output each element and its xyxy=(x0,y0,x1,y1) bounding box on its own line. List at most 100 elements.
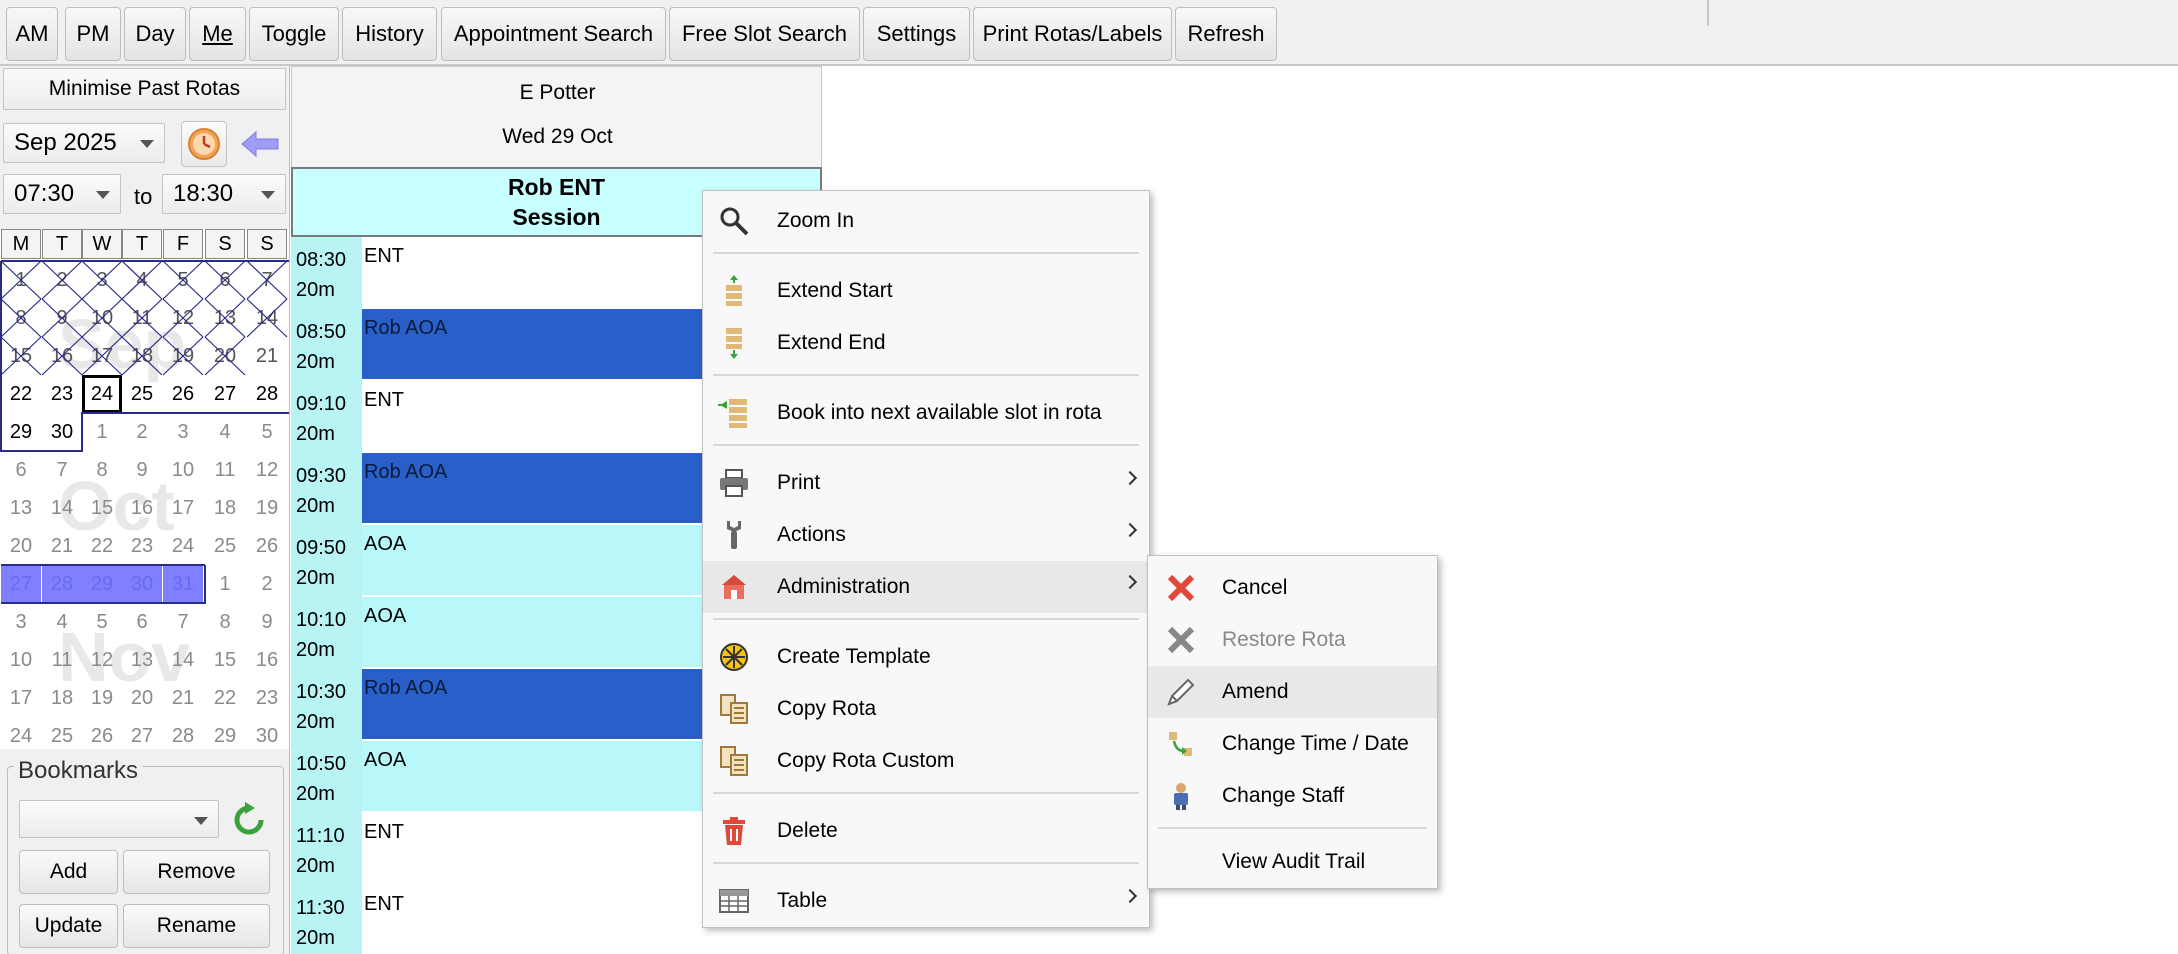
slot-time: 08:30 20m xyxy=(296,245,346,305)
slot-time: 10:30 20m xyxy=(296,677,346,737)
slot-label[interactable]: ENT xyxy=(362,885,711,954)
slot-row[interactable]: 09:10 20m ENT xyxy=(291,381,711,453)
slot-row[interactable]: 10:50 20m AOA xyxy=(291,741,711,813)
menu-item-actions[interactable]: Actions xyxy=(703,509,1149,561)
submenu-item-label: Restore Rota xyxy=(1222,628,1346,651)
menu-item-label: Zoom In xyxy=(777,209,855,232)
clock-button[interactable] xyxy=(181,121,227,167)
submenu-item-amend[interactable]: Amend xyxy=(1148,666,1437,718)
slot-duration: 20m xyxy=(296,855,335,877)
chevron-down-icon xyxy=(96,191,110,199)
slot-start-time: 09:10 xyxy=(296,393,347,415)
month-calendar: MTWTFSSSepOctNov123456789101112131415161… xyxy=(0,229,289,749)
slot-label[interactable]: Rob AOA xyxy=(362,309,711,379)
refresh-button[interactable]: Refresh xyxy=(1175,7,1277,61)
submenu-item-change-staff[interactable]: Change Staff xyxy=(1148,770,1437,822)
admin-building-icon xyxy=(717,570,751,604)
menu-item-extend-end[interactable]: Extend End xyxy=(703,317,1149,369)
am-button[interactable]: AM xyxy=(6,7,58,61)
slot-label[interactable]: ENT xyxy=(362,813,711,883)
menu-item-copy-rota-custom[interactable]: Copy Rota Custom xyxy=(703,735,1149,787)
toggle-button[interactable]: Toggle xyxy=(249,7,339,61)
submenu-item-label: View Audit Trail xyxy=(1222,850,1366,873)
menu-item-zoom-in[interactable]: Zoom In xyxy=(703,195,1149,247)
remove-bookmark-button[interactable]: Remove xyxy=(123,850,270,894)
person-icon xyxy=(1164,779,1198,813)
rota-column-header: E Potter Wed 29 Oct xyxy=(291,66,822,168)
slot-row[interactable]: 10:30 20m Rob AOA xyxy=(291,669,711,741)
appointment-search-button[interactable]: Appointment Search xyxy=(441,7,666,61)
menu-separator xyxy=(713,862,1139,864)
history-button[interactable]: History xyxy=(342,7,437,61)
pm-button[interactable]: PM xyxy=(65,7,121,61)
slot-row[interactable]: 09:30 20m Rob AOA xyxy=(291,453,711,525)
slot-label[interactable]: ENT xyxy=(362,237,711,307)
printer-icon xyxy=(717,466,751,500)
slot-row[interactable]: 10:10 20m AOA xyxy=(291,597,711,669)
slot-label[interactable]: Rob AOA xyxy=(362,669,711,739)
slot-label[interactable]: ENT xyxy=(362,381,711,451)
slot-start-time: 08:50 xyxy=(296,321,347,343)
reload-bookmarks-button[interactable] xyxy=(231,802,267,838)
slot-row[interactable]: 08:50 20m Rob AOA xyxy=(291,309,711,381)
book-slot-icon xyxy=(717,396,751,430)
settings-button[interactable]: Settings xyxy=(863,7,970,61)
rename-bookmark-button[interactable]: Rename xyxy=(123,904,270,948)
menu-item-administration[interactable]: Administration xyxy=(703,561,1149,613)
slot-row[interactable]: 11:10 20m ENT xyxy=(291,813,711,885)
slot-label[interactable]: AOA xyxy=(362,741,711,811)
context-menu: Zoom In Extend Start Extend End Book int… xyxy=(702,190,1150,928)
menu-item-extend-start[interactable]: Extend Start xyxy=(703,265,1149,317)
staff-name: E Potter xyxy=(519,81,596,104)
slot-label[interactable]: AOA xyxy=(362,597,711,667)
menu-item-create-template[interactable]: Create Template xyxy=(703,631,1149,683)
bookmark-select[interactable] xyxy=(19,800,219,838)
me-button[interactable]: Me xyxy=(189,7,246,61)
slot-row[interactable]: 09:50 20m AOA xyxy=(291,525,711,597)
menu-item-delete[interactable]: Delete xyxy=(703,805,1149,857)
menu-separator xyxy=(713,618,1139,620)
submenu-arrow-icon xyxy=(1122,522,1138,538)
slot-duration: 20m xyxy=(296,783,335,805)
slot-label[interactable]: AOA xyxy=(362,525,711,595)
menu-item-label: Book into next available slot in rota xyxy=(777,401,1102,424)
trash-icon xyxy=(717,814,751,848)
copy-icon xyxy=(717,744,751,778)
time-from-select[interactable]: 07:30 xyxy=(3,174,121,214)
menu-separator xyxy=(713,252,1139,254)
slot-duration: 20m xyxy=(296,711,335,733)
slot-duration: 20m xyxy=(296,927,335,949)
past-days-crosshatch xyxy=(0,260,289,604)
rota-date: Wed 29 Oct xyxy=(502,125,613,148)
submenu-item-view-audit-trail[interactable]: View Audit Trail xyxy=(1148,836,1437,888)
back-button[interactable] xyxy=(237,121,283,167)
print-rotas-labels-button[interactable]: Print Rotas/Labels xyxy=(973,7,1172,61)
submenu-item-change-time-date[interactable]: Change Time / Date xyxy=(1148,718,1437,770)
submenu-item-restore-rota[interactable]: Restore Rota xyxy=(1148,614,1437,666)
menu-item-book-next-slot[interactable]: Book into next available slot in rota xyxy=(703,387,1149,439)
menu-item-label: Actions xyxy=(777,523,846,546)
slot-row[interactable]: 08:30 20m ENT xyxy=(291,237,711,309)
menu-item-print[interactable]: Print xyxy=(703,457,1149,509)
slot-label[interactable]: Rob AOA xyxy=(362,453,711,523)
menu-item-label: Extend End xyxy=(777,331,886,354)
update-bookmark-button[interactable]: Update xyxy=(19,904,118,948)
extend-end-icon xyxy=(717,326,751,360)
slot-time: 11:10 20m xyxy=(296,821,345,881)
month-select-value: Sep 2025 xyxy=(14,129,117,156)
slot-time: 09:10 20m xyxy=(296,389,346,449)
month-select[interactable]: Sep 2025 xyxy=(3,123,165,163)
menu-item-copy-rota[interactable]: Copy Rota xyxy=(703,683,1149,735)
minimise-past-rotas-button[interactable]: Minimise Past Rotas xyxy=(3,68,286,110)
slot-row[interactable]: 11:30 20m ENT xyxy=(291,885,711,954)
add-bookmark-button[interactable]: Add xyxy=(19,850,118,894)
menu-item-table[interactable]: Table xyxy=(703,875,1149,927)
free-slot-search-button[interactable]: Free Slot Search xyxy=(669,7,860,61)
time-to-select[interactable]: 18:30 xyxy=(162,174,286,214)
day-button[interactable]: Day xyxy=(124,7,186,61)
toolbar: AM PM Day Me Toggle History Appointment … xyxy=(0,0,2178,66)
template-icon xyxy=(717,640,751,674)
time-from-value: 07:30 xyxy=(14,180,75,207)
submenu-item-label: Change Time / Date xyxy=(1222,732,1409,755)
submenu-item-cancel[interactable]: Cancel xyxy=(1148,562,1437,614)
